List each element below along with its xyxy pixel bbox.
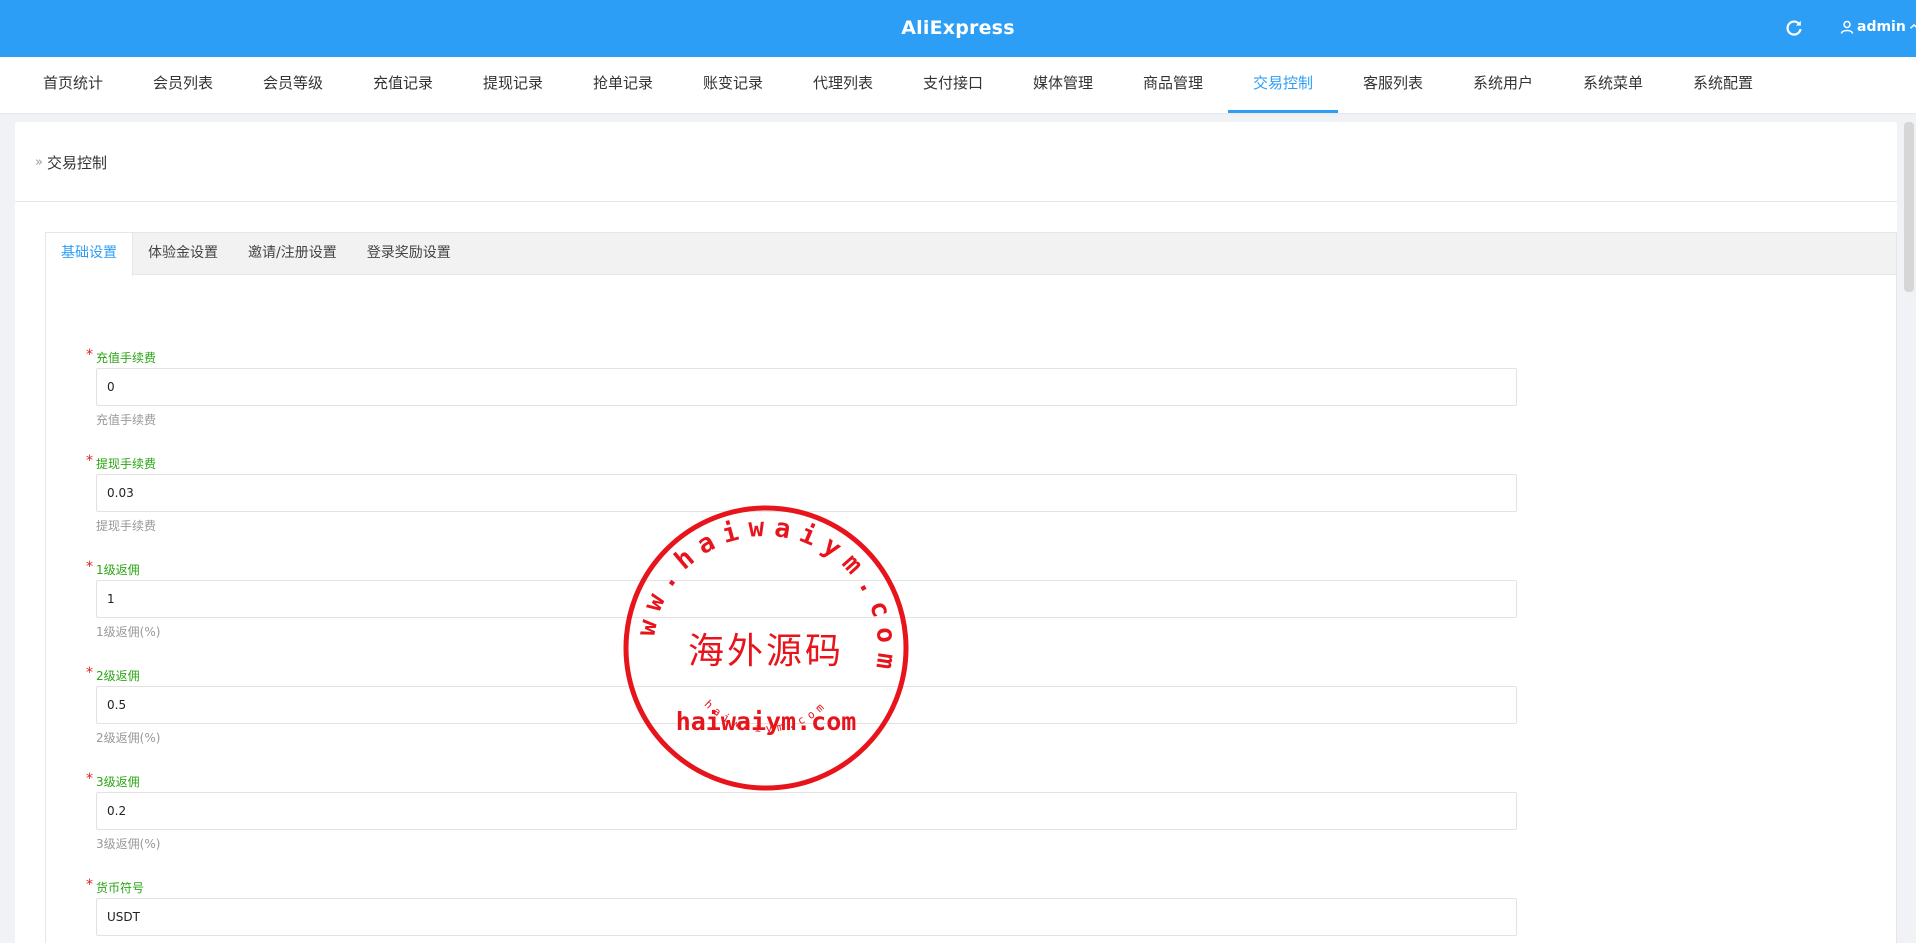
refresh-icon[interactable] [1784, 18, 1804, 38]
nav-item-order-records[interactable]: 抢单记录 [568, 57, 678, 113]
field-label: * 货币符号 [86, 877, 145, 896]
content-panel: » 交易控制 基础设置 体验金设置 邀请/注册设置 登录奖励设置 * 充值手续费 … [15, 122, 1897, 943]
username: admin [1857, 19, 1906, 35]
nav-item-system-config[interactable]: 系统配置 [1668, 57, 1778, 113]
tab-invite-register-settings[interactable]: 邀请/注册设置 [233, 233, 352, 275]
form-field-currency-symbol: * 货币符号 USDT [86, 877, 1517, 943]
nav-item-product-management[interactable]: 商品管理 [1118, 57, 1228, 113]
nav-item-member-list[interactable]: 会员列表 [128, 57, 238, 113]
chevron-right-icon: » [35, 155, 43, 170]
nav-item-home-stats[interactable]: 首页统计 [18, 57, 128, 113]
nav-item-trade-control[interactable]: 交易控制 [1228, 57, 1338, 113]
tab-bar: 基础设置 体验金设置 邀请/注册设置 登录奖励设置 [46, 233, 1896, 276]
tab-trial-fund-settings[interactable]: 体验金设置 [133, 233, 233, 275]
tab-login-reward-settings[interactable]: 登录奖励设置 [352, 233, 466, 275]
required-mark: * [86, 347, 93, 363]
settings-tabs: 基础设置 体验金设置 邀请/注册设置 登录奖励设置 * 充值手续费 0 充值手续费… [45, 232, 1897, 943]
nav-item-payment-api[interactable]: 支付接口 [898, 57, 1008, 113]
nav-item-member-level[interactable]: 会员等级 [238, 57, 348, 113]
main-nav: 首页统计 会员列表 会员等级 充值记录 提现记录 抢单记录 账变记录 代理列表 … [0, 57, 1916, 113]
stamp-center-text: 海外源码 [688, 631, 844, 672]
app-title: AliExpress [901, 17, 1015, 39]
required-mark: * [86, 771, 93, 787]
form-field-recharge-fee: * 充值手续费 0 充值手续费 [86, 347, 1517, 457]
level3-commission-input[interactable]: 0.2 [96, 792, 1517, 830]
chevron-up-icon [1909, 23, 1916, 29]
divider [15, 201, 1897, 202]
nav-item-withdraw-records[interactable]: 提现记录 [458, 57, 568, 113]
required-mark: * [86, 665, 93, 681]
required-mark: * [86, 453, 93, 469]
nav-item-agent-list[interactable]: 代理列表 [788, 57, 898, 113]
breadcrumb: » 交易控制 [35, 152, 107, 173]
watermark-stamp: www.haiwaiym.com 海外源码 haiwaiym.com haiwa… [622, 504, 909, 791]
page-title: 交易控制 [46, 154, 107, 172]
required-mark: * [86, 559, 93, 575]
nav-item-support-list[interactable]: 客服列表 [1338, 57, 1448, 113]
field-label: * 充值手续费 [86, 347, 157, 366]
field-help: 3级返佣(%) [96, 837, 161, 851]
top-bar: AliExpress admin [0, 0, 1916, 57]
nav-item-system-menu[interactable]: 系统菜单 [1558, 57, 1668, 113]
tab-basic-settings[interactable]: 基础设置 [46, 233, 133, 276]
nav-item-recharge-records[interactable]: 充值记录 [348, 57, 458, 113]
user-icon [1840, 20, 1854, 34]
nav-item-account-changes[interactable]: 账变记录 [678, 57, 788, 113]
user-menu[interactable]: admin [1840, 19, 1916, 35]
recharge-fee-input[interactable]: 0 [96, 368, 1517, 406]
scrollbar[interactable] [1904, 122, 1914, 292]
field-help: 充值手续费 [96, 413, 157, 427]
nav-item-system-users[interactable]: 系统用户 [1448, 57, 1558, 113]
currency-symbol-input[interactable]: USDT [96, 898, 1517, 936]
nav-item-media-management[interactable]: 媒体管理 [1008, 57, 1118, 113]
field-label: * 提现手续费 [86, 453, 157, 472]
required-mark: * [86, 877, 93, 893]
